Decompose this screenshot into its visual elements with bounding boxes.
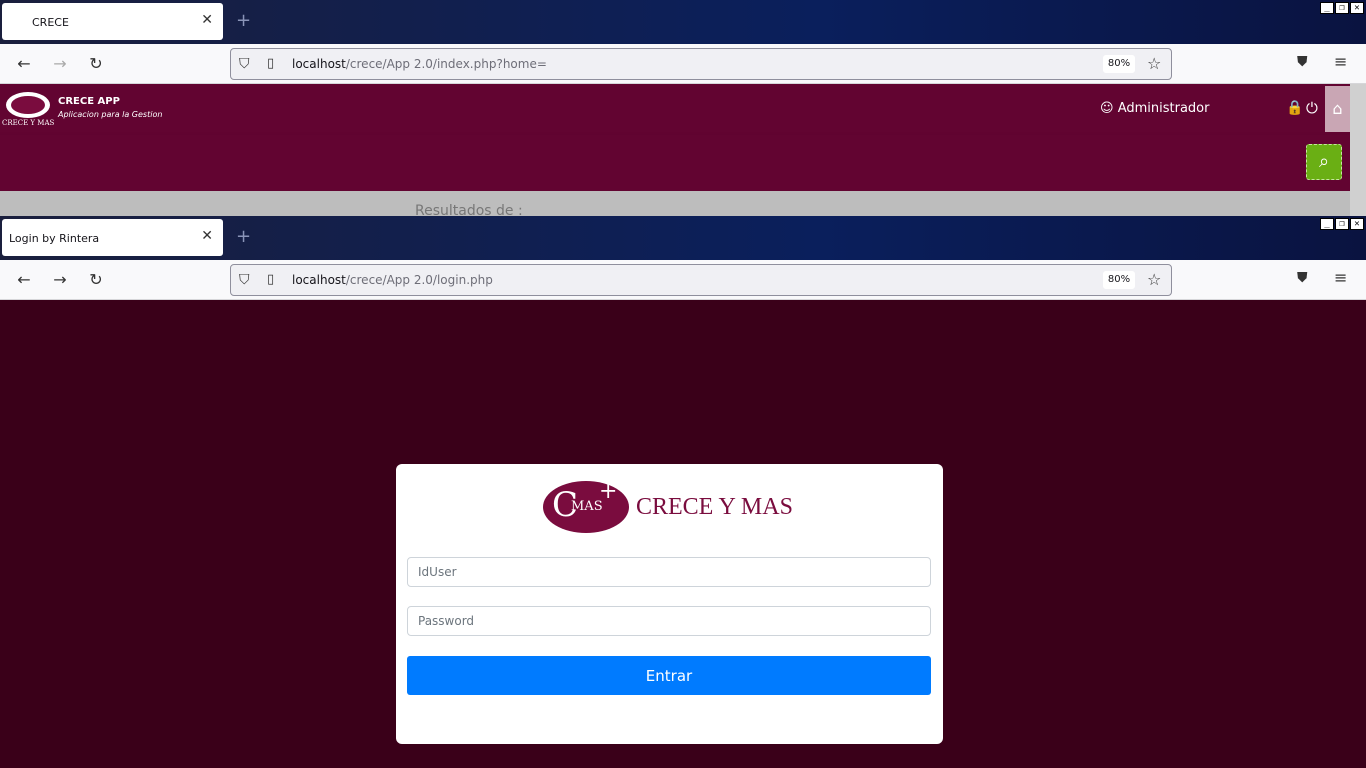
search-icon: ⌕ [1318,151,1330,172]
tab-title: Login by Rintera [9,232,100,245]
page-icon: ▯ [267,56,275,71]
tab-title: CRECE [32,16,69,29]
hamburger-menu-icon[interactable]: ≡ [1334,52,1347,71]
restore-icon[interactable]: ❐ [1335,2,1349,14]
password-input[interactable] [407,606,931,636]
user-label: Administrador [1117,101,1210,116]
pocket-icon[interactable]: ⛊ [1297,270,1308,286]
pocket-icon[interactable]: ⛊ [1297,54,1308,70]
close-tab-icon[interactable]: ✕ [201,229,213,243]
brand-logo: C MAS + [543,479,629,533]
home-icon: ⌂ [1332,99,1343,118]
hamburger-menu-icon[interactable]: ≡ [1334,268,1347,287]
browser-tab-login[interactable]: Login by Rintera ✕ [2,219,223,256]
shield-icon[interactable]: ⛉ [239,56,250,72]
browser-tab-crece[interactable]: CRECE ✕ [2,3,223,40]
lock-icon[interactable]: 🔒 [1286,100,1303,116]
new-tab-icon[interactable]: + [236,228,251,246]
app-logo-text: CRECE Y MAS [2,119,55,127]
search-button[interactable]: ⌕ [1306,144,1342,180]
url-path: /crece/App 2.0/login.php [345,273,493,287]
forward-icon[interactable]: → [50,270,70,290]
page-scrollbar[interactable] [1350,84,1366,216]
forward-icon[interactable]: → [50,54,70,74]
minimize-icon[interactable]: _ [1320,2,1334,14]
user-menu[interactable]: ☺ Administrador [1100,101,1209,116]
logo-plus: + [599,479,618,504]
entrar-button[interactable]: Entrar [407,656,931,695]
title-bar: CRECE ✕ + _ ❐ ✕ [0,0,1366,44]
app-name: CRECE APP [58,96,120,107]
app-logo[interactable] [6,92,50,118]
app-subtitle: Aplicacion para la Gestion [58,110,163,119]
zoom-level[interactable]: 80% [1103,271,1135,289]
results-heading: Resultados de : [415,203,523,216]
user-icon: ☺ [1100,101,1118,116]
title-bar: Login by Rintera ✕ + _ ❐ ✕ [0,216,1366,260]
back-icon[interactable]: ← [14,54,34,74]
url-text[interactable]: localhost/crece/App 2.0/index.php?home= [292,57,547,71]
star-icon[interactable]: ☆ [1147,54,1161,73]
page-icon: ▯ [267,272,275,287]
back-icon[interactable]: ← [14,270,34,290]
home-button[interactable]: ⌂ [1325,86,1350,132]
browser-window-app: CRECE ✕ + _ ❐ ✕ ← → ↻ ⛉ ▯ localhost/crec… [0,0,1366,216]
window-controls: _ ❐ ✕ [1320,218,1364,230]
power-icon[interactable]: ⏻ [1306,99,1318,117]
app-header: CRECE Y MAS CRECE APP Aplicacion para la… [0,84,1350,135]
shield-icon[interactable]: ⛉ [239,272,250,288]
navigation-toolbar: ← → ↻ ⛉ ▯ localhost/crece/App 2.0/login.… [0,260,1366,300]
browser-window-login: Login by Rintera ✕ + _ ❐ ✕ ← → ↻ ⛉ ▯ loc… [0,216,1366,768]
brand-name: CRECE Y MAS [636,494,793,520]
new-tab-icon[interactable]: + [236,12,251,30]
url-host: localhost [292,273,346,287]
search-toolbar: ⌕ [0,135,1350,191]
page-content: Resultados de : [0,191,1350,216]
address-bar[interactable]: ⛉ ▯ localhost/crece/App 2.0/index.php?ho… [230,48,1172,80]
address-bar[interactable]: ⛉ ▯ localhost/crece/App 2.0/login.php 80… [230,264,1172,296]
navigation-toolbar: ← → ↻ ⛉ ▯ localhost/crece/App 2.0/index.… [0,44,1366,84]
close-tab-icon[interactable]: ✕ [201,13,213,27]
close-window-icon[interactable]: ✕ [1350,218,1364,230]
login-page: C MAS + CRECE Y MAS Entrar [0,300,1366,767]
star-icon[interactable]: ☆ [1147,270,1161,289]
reload-icon[interactable]: ↻ [86,270,106,290]
minimize-icon[interactable]: _ [1320,218,1334,230]
zoom-level[interactable]: 80% [1103,55,1135,73]
reload-icon[interactable]: ↻ [86,54,106,74]
iduser-input[interactable] [407,557,931,587]
url-text[interactable]: localhost/crece/App 2.0/login.php [292,273,493,287]
url-path: /crece/App 2.0/index.php?home= [345,57,547,71]
restore-icon[interactable]: ❐ [1335,218,1349,230]
logo-mas: MAS [571,499,603,514]
url-host: localhost [292,57,346,71]
window-controls: _ ❐ ✕ [1320,2,1364,14]
close-window-icon[interactable]: ✕ [1350,2,1364,14]
login-card: C MAS + CRECE Y MAS Entrar [396,464,943,744]
